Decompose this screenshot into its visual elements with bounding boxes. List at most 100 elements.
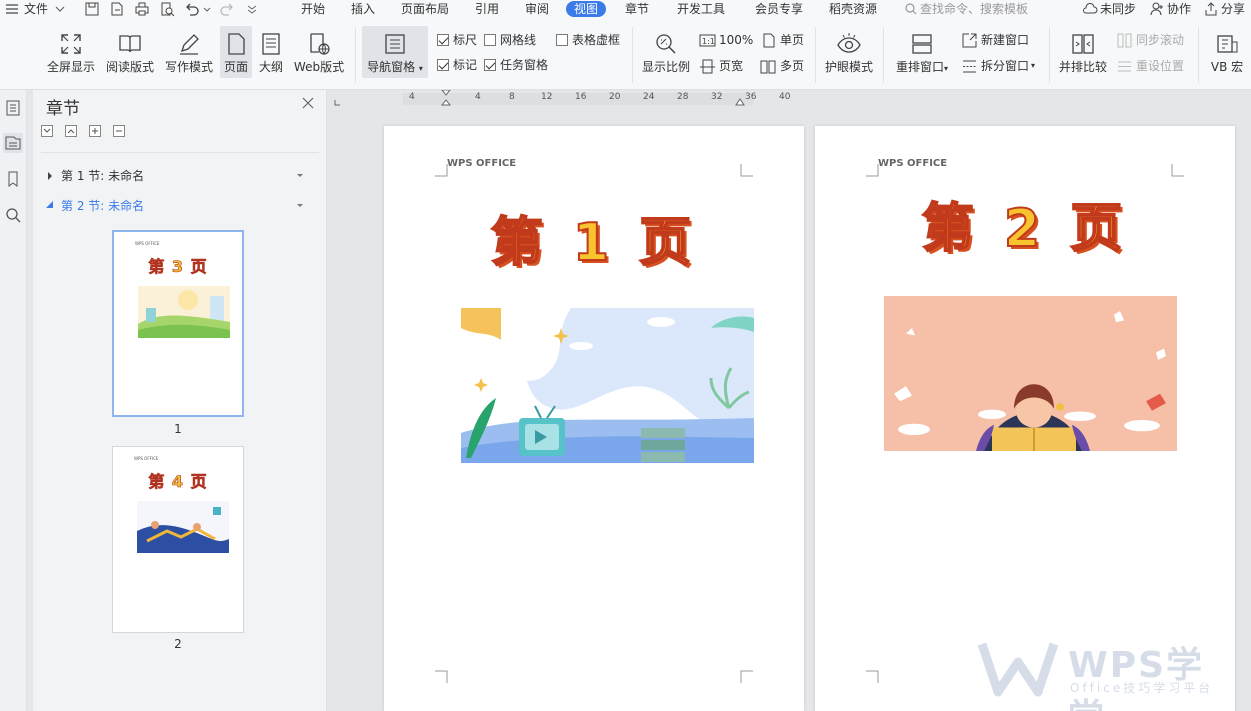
- undo-icon[interactable]: [184, 1, 200, 17]
- tab-developer[interactable]: 开发工具: [677, 1, 725, 17]
- sync-status[interactable]: 未同步: [1100, 1, 1136, 17]
- web-page-icon: [310, 33, 330, 55]
- single-page-button[interactable]: 单页: [760, 31, 804, 49]
- tab-home[interactable]: 开始: [301, 1, 325, 17]
- indent-marker-icon[interactable]: [441, 90, 451, 106]
- sync-scroll-icon: [1117, 33, 1132, 47]
- chevron-down-icon[interactable]: ▾: [419, 64, 423, 73]
- minus-icon: [116, 130, 122, 132]
- save-icon[interactable]: [84, 1, 100, 17]
- thumbnail-page-number: 2: [174, 637, 182, 651]
- checkbox-checked[interactable]: [484, 59, 496, 71]
- girl-reading-illustration[interactable]: [884, 296, 1177, 451]
- close-icon[interactable]: [301, 96, 315, 110]
- gridlines-checkbox[interactable]: 网格线: [484, 32, 536, 48]
- eye-protection-button[interactable]: 护眼模式: [823, 31, 875, 74]
- checkbox-checked[interactable]: [437, 59, 449, 71]
- sync-scroll-button[interactable]: 同步滚动: [1116, 31, 1184, 49]
- checkbox-unchecked[interactable]: [484, 34, 496, 46]
- zoom-100-button[interactable]: 1:1 100%: [699, 31, 753, 49]
- fullscreen-button[interactable]: 全屏显示: [47, 31, 95, 74]
- thumbnail-title: 第 4 页: [148, 472, 208, 492]
- web-layout-button[interactable]: Web版式: [293, 31, 345, 74]
- checkbox-checked[interactable]: [437, 34, 449, 46]
- tab-insert[interactable]: 插入: [351, 1, 375, 17]
- navigation-pane-button[interactable]: 导航窗格 ▾: [362, 26, 428, 78]
- caret-down-icon[interactable]: [45, 201, 55, 211]
- ruler-checkbox[interactable]: 标尺: [437, 32, 477, 48]
- tab-docer[interactable]: 稻壳资源: [829, 1, 877, 17]
- page-thumbnail-1[interactable]: WPS OFFICE 第 3 页: [112, 230, 244, 417]
- rearrange-windows-icon: [912, 34, 932, 54]
- command-search-input[interactable]: 查找命令、搜索模板: [920, 1, 1028, 17]
- page-header: WPS OFFICE: [878, 158, 948, 169]
- zoom-button[interactable]: 显示比例: [640, 31, 692, 74]
- multi-page-icon: [760, 60, 776, 73]
- split-window-button[interactable]: 拆分窗口 ▾: [961, 57, 1035, 75]
- document-page-1[interactable]: WPS OFFICE 第 1 页: [384, 126, 804, 711]
- ribbon-divider: [632, 27, 633, 83]
- collapse-all-button[interactable]: [41, 125, 53, 137]
- collaborate-icon[interactable]: [1149, 1, 1165, 17]
- multi-page-button[interactable]: 多页: [760, 57, 804, 75]
- bookmark-icon[interactable]: [3, 169, 23, 189]
- remove-section-button[interactable]: [113, 125, 125, 137]
- export-pdf-icon[interactable]: [109, 1, 125, 17]
- tab-page-layout[interactable]: 页面布局: [401, 1, 449, 17]
- file-menu[interactable]: 文件: [24, 1, 48, 17]
- hamburger-menu-icon[interactable]: [4, 1, 20, 17]
- outline-panel-icon[interactable]: [3, 98, 23, 118]
- horizontal-ruler[interactable]: 4 4 8 12 16 20 24 28 32 36 40: [328, 90, 1251, 106]
- rearrange-windows-button[interactable]: 重排窗口▾: [892, 31, 952, 76]
- search-icon[interactable]: [904, 1, 918, 17]
- tab-stop-icon[interactable]: [334, 100, 340, 106]
- page-title: 第 1 页: [490, 212, 698, 274]
- cloud-sync-icon[interactable]: [1082, 1, 1098, 17]
- tv-books-illustration[interactable]: [461, 308, 754, 463]
- markup-checkbox[interactable]: 标记: [437, 57, 477, 73]
- print-icon[interactable]: [134, 1, 150, 17]
- new-window-button[interactable]: 新建窗口: [961, 31, 1029, 49]
- share-icon[interactable]: [1203, 1, 1219, 17]
- side-by-side-button[interactable]: 并排比较: [1057, 31, 1109, 74]
- reading-layout-button[interactable]: 阅读版式: [106, 31, 154, 74]
- task-pane-checkbox[interactable]: 任务窗格: [484, 57, 548, 73]
- tab-view[interactable]: 视图: [566, 1, 607, 17]
- tab-member[interactable]: 会员专享: [755, 1, 803, 17]
- chevron-down-icon[interactable]: [54, 1, 66, 17]
- watermark-brand: WPS学堂: [1068, 645, 1205, 711]
- chevron-down-icon[interactable]: ▾: [944, 64, 948, 73]
- section-item-2[interactable]: 第 2 节: 未命名: [45, 198, 144, 214]
- vb-macro-button[interactable]: VB 宏: [1204, 31, 1250, 74]
- page-layout-button[interactable]: 页面: [220, 26, 252, 78]
- checkbox-unchecked[interactable]: [556, 34, 568, 46]
- collaborate-button[interactable]: 协作: [1167, 1, 1191, 17]
- search-icon[interactable]: [3, 205, 23, 225]
- add-section-button[interactable]: [89, 125, 101, 137]
- undo-dropdown-icon[interactable]: [202, 1, 212, 17]
- tab-references[interactable]: 引用: [475, 1, 499, 17]
- outline-button[interactable]: 大纲: [256, 31, 286, 74]
- caret-right-icon[interactable]: [45, 171, 55, 181]
- book-icon: [119, 35, 141, 53]
- writing-mode-button[interactable]: 写作模式: [165, 31, 213, 74]
- section-menu-icon[interactable]: [296, 202, 304, 210]
- share-button[interactable]: 分享: [1221, 1, 1245, 17]
- section-item-1[interactable]: 第 1 节: 未命名: [45, 168, 144, 184]
- print-preview-icon[interactable]: [159, 1, 175, 17]
- move-up-button[interactable]: [65, 125, 77, 137]
- page-thumbnail-2[interactable]: WPS OFFICE 第 4 页: [112, 446, 244, 633]
- customize-toolbar-icon[interactable]: [246, 1, 258, 17]
- table-gridlines-checkbox[interactable]: 表格虚框: [556, 32, 620, 48]
- page-title: 第 2 页: [921, 198, 1129, 260]
- redo-icon[interactable]: [219, 1, 235, 17]
- section-menu-icon[interactable]: [296, 172, 304, 180]
- page-width-button[interactable]: 页宽: [699, 57, 743, 75]
- right-indent-marker-icon[interactable]: [735, 98, 745, 106]
- chevron-down-icon[interactable]: ▾: [1031, 57, 1035, 75]
- reset-position-button[interactable]: 重设位置: [1116, 57, 1184, 75]
- tab-chapter[interactable]: 章节: [625, 1, 649, 17]
- document-page-2[interactable]: WPS OFFICE 第 2 页: [815, 126, 1235, 711]
- tab-review[interactable]: 审阅: [525, 1, 549, 17]
- chapter-panel-icon[interactable]: [3, 133, 23, 153]
